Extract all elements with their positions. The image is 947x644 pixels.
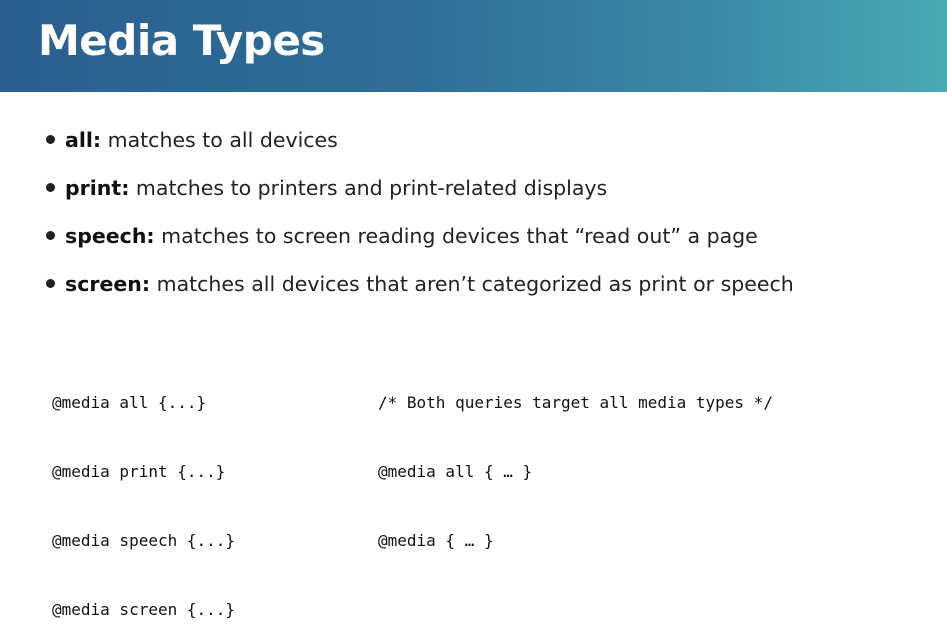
bullet-dot-icon bbox=[46, 182, 55, 192]
bullet-item-print: print: matches to printers and print-rel… bbox=[46, 164, 926, 212]
bullet-list: all: matches to all devices print: match… bbox=[46, 116, 926, 308]
bullet-item-all: all: matches to all devices bbox=[46, 116, 926, 164]
slide-header: Media Types bbox=[0, 0, 947, 92]
bullet-text: matches to screen reading devices that “… bbox=[154, 224, 758, 248]
bullet-item-screen: screen: matches all devices that aren’t … bbox=[46, 260, 926, 308]
bullet-term: screen: bbox=[65, 272, 151, 296]
bullet-dot-icon bbox=[46, 278, 55, 288]
code-line: @media all {...} bbox=[52, 393, 207, 412]
slide-title: Media Types bbox=[38, 16, 325, 65]
bullet-term: print: bbox=[65, 176, 130, 200]
bullet-text: matches to all devices bbox=[101, 128, 338, 152]
code-line: @media all { … } bbox=[378, 462, 533, 481]
code-line: @media screen {...} bbox=[52, 600, 236, 619]
bullet-term: speech: bbox=[65, 224, 155, 248]
code-line: @media print {...} bbox=[52, 462, 226, 481]
code-block-all-media: /* Both queries target all media types *… bbox=[378, 345, 773, 575]
bullet-text: matches all devices that aren’t categori… bbox=[150, 272, 794, 296]
code-line: @media speech {...} bbox=[52, 531, 236, 550]
bullet-dot-icon bbox=[46, 134, 55, 144]
bullet-term: all: bbox=[65, 128, 102, 152]
bullet-text: matches to printers and print-related di… bbox=[129, 176, 608, 200]
bullet-item-speech: speech: matches to screen reading device… bbox=[46, 212, 926, 260]
code-comment-line: /* Both queries target all media types *… bbox=[378, 393, 773, 412]
code-line: @media { … } bbox=[378, 531, 494, 550]
code-block-media-types: @media all {...} @media print {...} @med… bbox=[52, 345, 235, 644]
bullet-dot-icon bbox=[46, 230, 55, 240]
